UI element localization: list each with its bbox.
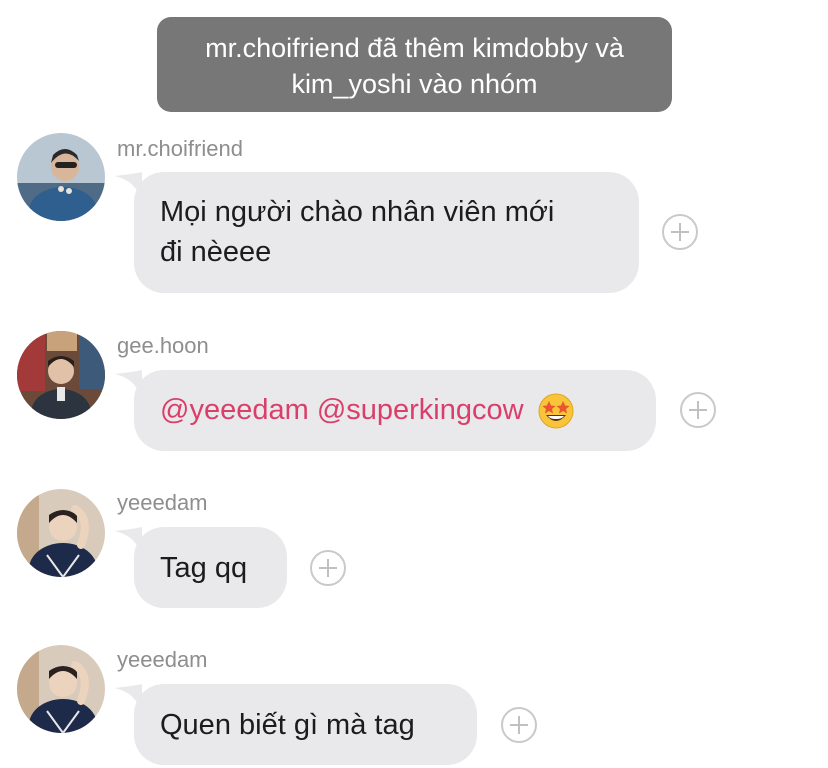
sender-username[interactable]: yeeedam <box>117 490 208 516</box>
message-text: Tag qq <box>160 552 248 584</box>
add-reaction-button[interactable] <box>662 214 698 250</box>
message-text: Quen biết gì mà tag <box>160 709 415 741</box>
avatar[interactable] <box>17 133 105 221</box>
add-reaction-button[interactable] <box>310 550 346 586</box>
bubble-tail <box>114 172 142 202</box>
message-bubble[interactable]: Tag qq <box>114 527 287 608</box>
avatar[interactable] <box>17 645 105 733</box>
message-bubble[interactable]: @yeeedam @superkingcow <box>114 370 656 451</box>
add-reaction-button[interactable] <box>501 707 537 743</box>
bubble-tail <box>114 527 142 557</box>
notice-line-1: mr.choifriend đã thêm kimdobby và <box>205 33 624 63</box>
sender-username[interactable]: gee.hoon <box>117 333 209 359</box>
message-text-line-1: Mọi người chào nhân viên mới <box>160 196 555 228</box>
notice-line-2: kim_yoshi vào nhóm <box>291 69 538 99</box>
message-bubble[interactable]: Mọi người chào nhân viên mới đi nèeee <box>114 172 639 293</box>
add-reaction-button[interactable] <box>680 392 716 428</box>
message-mentions: @yeeedam @superkingcow <box>160 390 630 430</box>
sender-username[interactable]: yeeedam <box>117 647 208 673</box>
message-bubble[interactable]: Quen biết gì mà tag <box>114 684 477 765</box>
star-struck-emoji-icon <box>538 393 574 429</box>
avatar[interactable] <box>17 331 105 419</box>
avatar[interactable] <box>17 489 105 577</box>
mention-link[interactable]: @yeeedam <box>160 394 309 426</box>
group-added-notice: mr.choifriend đã thêm kimdobby và kim_yo… <box>157 17 672 112</box>
sender-username[interactable]: mr.choifriend <box>117 136 243 162</box>
mention-link[interactable]: @superkingcow <box>317 394 524 426</box>
bubble-tail <box>114 684 142 714</box>
bubble-tail <box>114 370 142 400</box>
message-text-line-2: đi nèeee <box>160 236 272 268</box>
